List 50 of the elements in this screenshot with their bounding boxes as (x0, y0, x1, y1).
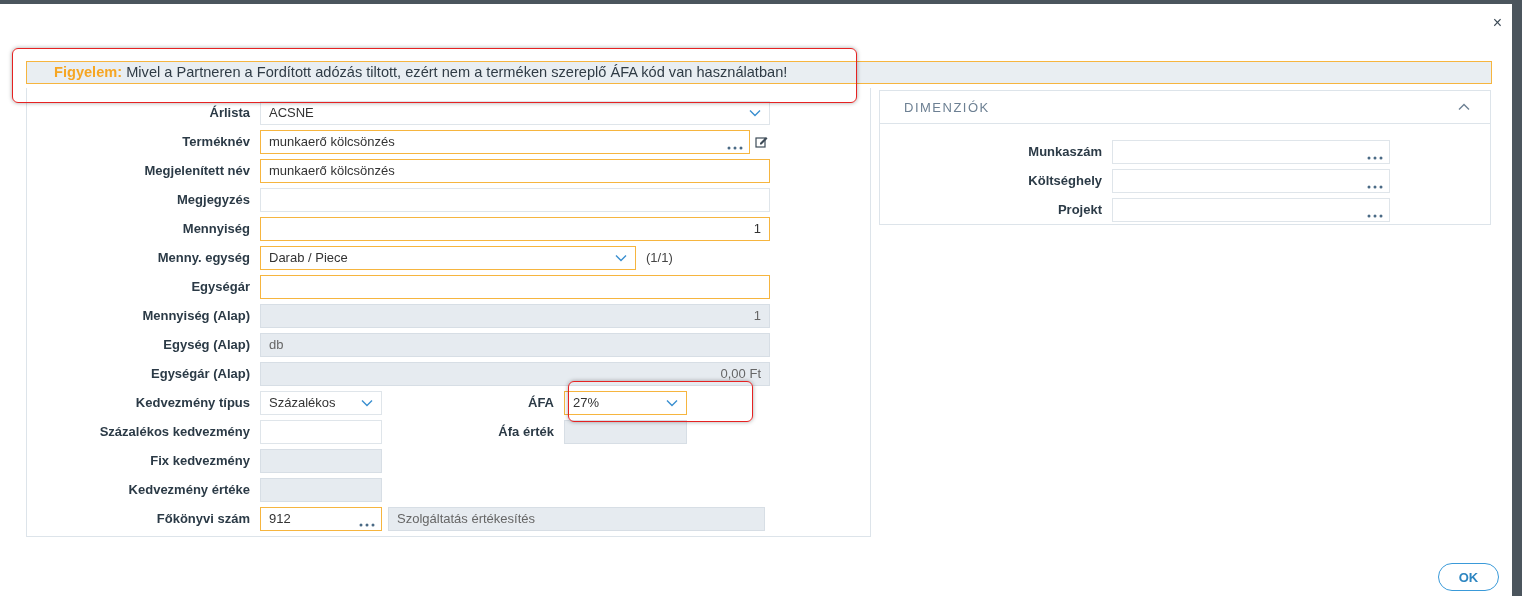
lookup-field[interactable]: munkaerő kölcsönzés (260, 129, 750, 154)
ok-button[interactable]: OK (1438, 563, 1499, 591)
input-field[interactable]: munkaerő kölcsönzés (260, 158, 770, 183)
field-label: Egységár (Alap) (150, 366, 251, 381)
field-label: Kedvezmény értéke (127, 482, 251, 497)
chevron-down-icon (749, 108, 761, 117)
select-field[interactable]: Százalékos (260, 390, 382, 415)
field-label: Kedvezmény típus (134, 395, 251, 410)
section-title: DIMENZIÓK (904, 99, 990, 115)
field-label: Megjelenített név (143, 163, 251, 178)
field-label: Áfa érték (497, 424, 555, 439)
field-label: Terméknév (181, 134, 251, 149)
unit-ratio: (1/1) (646, 250, 673, 265)
select-field[interactable]: Darab / Piece (260, 245, 636, 270)
input-field[interactable] (260, 274, 770, 299)
lookup-field[interactable]: 912 (260, 506, 382, 531)
lookup-field[interactable] (1112, 197, 1390, 222)
field-label: Mennyiség (Alap) (141, 308, 251, 323)
field-label: ÁFA (527, 395, 555, 410)
chevron-down-icon (666, 398, 678, 407)
select-field[interactable]: ACSNE (260, 100, 770, 125)
more-icon (1367, 155, 1383, 160)
field-label: Mennyiség (181, 221, 251, 236)
edit-icon[interactable] (755, 135, 768, 148)
field-label: Menny. egység (156, 250, 251, 265)
field-label: Munkaszám (1027, 144, 1103, 159)
select-field[interactable]: 27% (564, 390, 687, 415)
field-label: Egységár (190, 279, 251, 294)
chevron-up-icon[interactable] (1458, 103, 1470, 111)
lookup-field[interactable] (1112, 139, 1390, 164)
field-label: Százalékos kedvezmény (98, 424, 251, 439)
chevron-down-icon (361, 398, 373, 407)
field-label: Egység (Alap) (162, 337, 251, 352)
field-label: Árlista (208, 105, 251, 120)
field-label: Megjegyzés (176, 192, 251, 207)
field-label: Főkönyvi szám (155, 511, 251, 526)
more-icon (1367, 213, 1383, 218)
field-label: Projekt (1056, 202, 1103, 217)
input-field[interactable] (260, 187, 770, 212)
close-button[interactable]: × (1488, 14, 1506, 32)
more-icon (359, 522, 375, 527)
input-field[interactable] (260, 419, 382, 444)
field-label: Költséghely (1027, 173, 1103, 188)
lookup-field[interactable] (1112, 168, 1390, 193)
warning-message: Figyelem: Mivel a Partneren a Fordított adózás tiltott, ezért nem a terméken szereplő ÁFA kód van használatban! (26, 61, 1492, 84)
field-label: Fix kedvezmény (149, 453, 251, 468)
more-icon (727, 145, 743, 150)
more-icon (1367, 184, 1383, 189)
chevron-down-icon (615, 253, 627, 262)
input-field[interactable]: 1 (260, 216, 770, 241)
